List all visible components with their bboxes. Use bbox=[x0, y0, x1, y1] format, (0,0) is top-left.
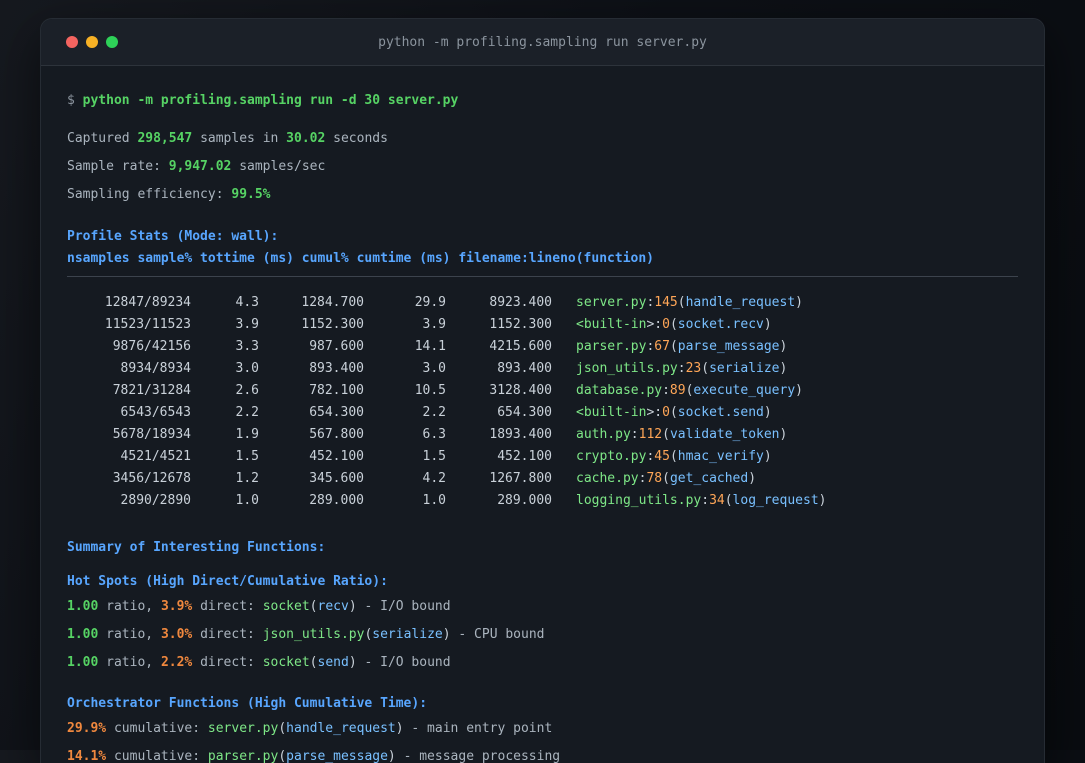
window-title: python -m profiling.sampling run server.… bbox=[378, 34, 707, 50]
cell-sample-pct: 2.2 bbox=[235, 405, 259, 420]
cell-cumul-pct: 14.1 bbox=[414, 339, 446, 354]
orchestrator-heading: Orchestrator Functions (High Cumulative … bbox=[67, 696, 428, 711]
efficiency-line: Sampling efficiency: 99.5% bbox=[67, 187, 271, 202]
cell-tottime: 452.100 bbox=[309, 449, 364, 464]
summary-heading: Summary of Interesting Functions: bbox=[67, 540, 326, 555]
cell-tottime: 893.400 bbox=[309, 361, 364, 376]
table-row: 7821/31284 2.6 782.100 10.5 3128.400 database… bbox=[67, 380, 1018, 402]
cell-nsamples: 5678/18934 bbox=[112, 427, 191, 442]
command-text: python -m profiling.sampling run -d 30 s… bbox=[82, 93, 459, 108]
cell-function-ref: server.py:145(handle_request) bbox=[576, 295, 803, 310]
cell-tottime: 782.100 bbox=[309, 383, 364, 398]
cell-function-ref: database.py:89(execute_query) bbox=[576, 383, 803, 398]
command-line: $ python -m profiling.sampling run -d 30… bbox=[67, 90, 1018, 112]
captured-line: Captured 298,547 samples in 30.02 second… bbox=[67, 131, 388, 146]
cell-nsamples: 3456/12678 bbox=[112, 471, 191, 486]
cell-tottime: 345.600 bbox=[309, 471, 364, 486]
cell-sample-pct: 4.3 bbox=[235, 295, 259, 310]
cell-cumtime: 3128.400 bbox=[489, 383, 552, 398]
table-row: 9876/42156 3.3 987.600 14.1 4215.600 parser.p… bbox=[67, 336, 1018, 358]
cell-cumtime: 289.000 bbox=[497, 493, 552, 508]
cell-cumul-pct: 1.0 bbox=[422, 493, 446, 508]
sample-rate-line: Sample rate: 9,947.02 samples/sec bbox=[67, 159, 326, 174]
cell-sample-pct: 3.0 bbox=[235, 361, 259, 376]
cell-cumul-pct: 1.5 bbox=[422, 449, 446, 464]
cell-sample-pct: 1.2 bbox=[235, 471, 259, 486]
table-row: 2890/2890 1.0 289.000 1.0 289.000 logging_uti… bbox=[67, 490, 1018, 512]
cell-sample-pct: 3.9 bbox=[235, 317, 259, 332]
cell-tottime: 987.600 bbox=[309, 339, 364, 354]
table-divider bbox=[67, 276, 1018, 277]
table-row: 12847/89234 4.3 1284.700 29.9 8923.400 server… bbox=[67, 292, 1018, 314]
hot-spots-heading: Hot Spots (High Direct/Cumulative Ratio)… bbox=[67, 574, 388, 589]
duration-value: 30.02 bbox=[286, 131, 326, 146]
cell-cumul-pct: 4.2 bbox=[422, 471, 446, 486]
cell-tottime: 567.800 bbox=[309, 427, 364, 442]
terminal-window: python -m profiling.sampling run server.… bbox=[40, 18, 1045, 763]
cell-cumtime: 1267.800 bbox=[489, 471, 552, 486]
cell-tottime: 289.000 bbox=[309, 493, 364, 508]
cell-tottime: 654.300 bbox=[309, 405, 364, 420]
cell-function-ref: logging_utils.py:34(log_request) bbox=[576, 493, 827, 508]
cell-sample-pct: 2.6 bbox=[235, 383, 259, 398]
cell-sample-pct: 1.0 bbox=[235, 493, 259, 508]
cell-cumul-pct: 3.0 bbox=[422, 361, 446, 376]
orchestrator-line: 14.1% cumulative: parser.py(parse_messag… bbox=[67, 749, 561, 763]
cell-nsamples: 2890/2890 bbox=[120, 493, 191, 508]
rate-value: 9,947.02 bbox=[168, 159, 232, 174]
profile-stats-heading: Profile Stats (Mode: wall): bbox=[67, 229, 279, 244]
table-row: 6543/6543 2.2 654.300 2.2 654.300 <built-in>:… bbox=[67, 402, 1018, 424]
cell-function-ref: <built-in>:0(socket.recv) bbox=[576, 317, 772, 332]
cell-cumul-pct: 2.2 bbox=[422, 405, 446, 420]
cell-function-ref: crypto.py:45(hmac_verify) bbox=[576, 449, 772, 464]
cell-nsamples: 6543/6543 bbox=[120, 405, 191, 420]
table-row: 3456/12678 1.2 345.600 4.2 1267.800 cache.py:… bbox=[67, 468, 1018, 490]
samples-count: 298,547 bbox=[137, 131, 193, 146]
cell-cumtime: 1893.400 bbox=[489, 427, 552, 442]
cell-nsamples: 9876/42156 bbox=[112, 339, 191, 354]
hot-spot-line: 1.00 ratio, 3.0% direct: json_utils.py(s… bbox=[67, 627, 545, 642]
hot-spot-line: 1.00 ratio, 3.9% direct: socket(recv) - … bbox=[67, 599, 451, 614]
cell-cumtime: 1152.300 bbox=[489, 317, 552, 332]
table-row: 11523/11523 3.9 1152.300 3.9 1152.300 <built-… bbox=[67, 314, 1018, 336]
table-row: 4521/4521 1.5 452.100 1.5 452.100 crypto.py:4… bbox=[67, 446, 1018, 468]
prompt-symbol: $ bbox=[67, 93, 83, 108]
cell-function-ref: json_utils.py:23(serialize) bbox=[576, 361, 788, 376]
cell-sample-pct: 1.5 bbox=[235, 449, 259, 464]
cell-nsamples: 8934/8934 bbox=[120, 361, 191, 376]
terminal-titlebar[interactable]: python -m profiling.sampling run server.… bbox=[41, 19, 1044, 66]
table-row: 8934/8934 3.0 893.400 3.0 893.400 json_utils.… bbox=[67, 358, 1018, 380]
cell-cumtime: 893.400 bbox=[497, 361, 552, 376]
cell-nsamples: 4521/4521 bbox=[120, 449, 191, 464]
cell-function-ref: <built-in>:0(socket.send) bbox=[576, 405, 772, 420]
cell-cumtime: 452.100 bbox=[497, 449, 552, 464]
cell-nsamples: 12847/89234 bbox=[104, 295, 191, 310]
table-columns-header: nsamples sample% tottime (ms) cumul% cum… bbox=[67, 251, 654, 266]
cell-cumul-pct: 3.9 bbox=[422, 317, 446, 332]
cell-sample-pct: 1.9 bbox=[235, 427, 259, 442]
cell-sample-pct: 3.3 bbox=[235, 339, 259, 354]
cell-function-ref: parser.py:67(parse_message) bbox=[576, 339, 788, 354]
cell-cumul-pct: 10.5 bbox=[414, 383, 446, 398]
efficiency-value: 99.5% bbox=[231, 187, 271, 202]
cell-function-ref: cache.py:78(get_cached) bbox=[576, 471, 757, 486]
hot-spot-line: 1.00 ratio, 2.2% direct: socket(send) - … bbox=[67, 655, 451, 670]
cell-cumul-pct: 6.3 bbox=[422, 427, 446, 442]
cell-tottime: 1284.700 bbox=[301, 295, 364, 310]
orchestrator-line: 29.9% cumulative: server.py(handle_reque… bbox=[67, 721, 553, 736]
cell-cumtime: 654.300 bbox=[497, 405, 552, 420]
cell-nsamples: 7821/31284 bbox=[112, 383, 191, 398]
table-row: 5678/18934 1.9 567.800 6.3 1893.400 auth.py:1… bbox=[67, 424, 1018, 446]
cell-function-ref: auth.py:112(validate_token) bbox=[576, 427, 788, 442]
terminal-body[interactable]: $ python -m profiling.sampling run -d 30… bbox=[41, 66, 1044, 763]
cell-cumul-pct: 29.9 bbox=[414, 295, 446, 310]
cell-cumtime: 8923.400 bbox=[489, 295, 552, 310]
cell-cumtime: 4215.600 bbox=[489, 339, 552, 354]
cell-tottime: 1152.300 bbox=[301, 317, 364, 332]
cell-nsamples: 11523/11523 bbox=[104, 317, 191, 332]
